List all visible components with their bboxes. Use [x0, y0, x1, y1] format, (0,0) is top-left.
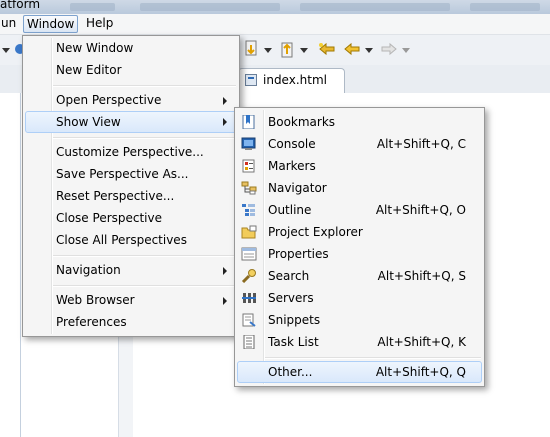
- menu-help[interactable]: Help: [82, 15, 117, 32]
- last-edit-location-icon[interactable]: [318, 42, 336, 56]
- menu-item-save-perspective-as[interactable]: Save Perspective As...: [25, 163, 237, 185]
- project-explorer-icon: [241, 225, 257, 239]
- window-title: atform: [0, 0, 41, 11]
- menu-item-label: Servers: [268, 291, 314, 305]
- title-bar: atform: [0, 0, 550, 14]
- menu-item-open-perspective[interactable]: Open Perspective: [25, 89, 237, 111]
- menu-item-preferences[interactable]: Preferences: [25, 311, 237, 333]
- menu-item-close-all-perspectives[interactable]: Close All Perspectives: [25, 229, 237, 251]
- menu-item-label: Navigator: [268, 181, 327, 195]
- menu-item-markers[interactable]: Markers: [237, 155, 482, 177]
- task-list-icon: [243, 335, 255, 349]
- search-icon: [241, 269, 256, 283]
- menu-item-search[interactable]: Search Alt+Shift+Q, S: [237, 265, 482, 287]
- menu-item-navigation[interactable]: Navigation: [25, 259, 237, 281]
- menu-item-reset-perspective[interactable]: Reset Perspective...: [25, 185, 237, 207]
- shortcut-label: Alt+Shift+Q, O: [375, 203, 466, 217]
- menu-item-label: Preferences: [56, 315, 127, 329]
- submenu-arrow-icon: [223, 118, 227, 126]
- menu-item-label: Close All Perspectives: [56, 233, 187, 247]
- menu-item-label: New Window: [56, 41, 134, 55]
- menu-item-label: Outline: [268, 203, 312, 217]
- menu-item-label: Properties: [268, 247, 329, 261]
- blurred-title-segment: [470, 3, 540, 11]
- menu-item-label: Save Perspective As...: [56, 167, 189, 181]
- shortcut-label: Alt+Shift+Q, C: [376, 137, 466, 151]
- dropdown-arrow-icon[interactable]: [402, 46, 410, 54]
- menu-separator: [265, 357, 481, 359]
- menu-item-snippets[interactable]: Snippets: [237, 309, 482, 331]
- next-annotation-icon[interactable]: [244, 40, 260, 58]
- menu-item-label: Snippets: [268, 313, 321, 327]
- previous-annotation-icon[interactable]: [280, 40, 296, 58]
- menu-item-new-window[interactable]: New Window: [25, 37, 237, 59]
- servers-icon: [242, 293, 256, 303]
- menu-item-customize-perspective[interactable]: Customize Perspective...: [25, 141, 237, 163]
- menu-separator: [53, 255, 236, 257]
- divider: [20, 93, 21, 437]
- menu-item-task-list[interactable]: Task List Alt+Shift+Q, K: [237, 331, 482, 353]
- menu-item-label: Navigation: [56, 263, 121, 277]
- outline-icon: [242, 204, 255, 216]
- menu-item-show-view[interactable]: Show View: [25, 111, 237, 133]
- submenu-arrow-icon: [223, 267, 227, 275]
- menu-bar: un Window Help: [0, 14, 550, 35]
- menu-item-servers[interactable]: Servers: [237, 287, 482, 309]
- menu-item-label: Task List: [268, 335, 319, 349]
- menu-item-outline[interactable]: Outline Alt+Shift+Q, O: [237, 199, 482, 221]
- blurred-title-segment: [70, 3, 115, 11]
- dropdown-arrow-icon[interactable]: [365, 46, 373, 54]
- menu-item-label: Other...: [268, 365, 313, 379]
- menu-item-label: Customize Perspective...: [56, 145, 204, 159]
- menu-item-label: Close Perspective: [56, 211, 163, 225]
- shortcut-label: Alt+Shift+Q, K: [377, 335, 466, 349]
- menu-run[interactable]: un: [0, 15, 20, 32]
- properties-icon: [241, 247, 257, 261]
- menu-item-console[interactable]: Console Alt+Shift+Q, C: [237, 133, 482, 155]
- back-arrow-icon[interactable]: [343, 42, 361, 56]
- console-icon: [241, 137, 256, 150]
- dropdown-arrow-icon[interactable]: [264, 46, 272, 54]
- menu-item-label: Markers: [268, 159, 316, 173]
- snippets-icon: [242, 313, 256, 327]
- markers-icon: [242, 159, 255, 173]
- menu-item-label: Open Perspective: [56, 93, 162, 107]
- tab-label: index.html: [263, 73, 327, 87]
- blurred-title-segment: [300, 3, 450, 11]
- menu-separator: [53, 285, 236, 287]
- navigator-icon: [241, 181, 257, 195]
- shortcut-label: Alt+Shift+Q, S: [377, 269, 466, 283]
- menu-item-label: Search: [268, 269, 310, 283]
- dropdown-arrow-icon[interactable]: [300, 46, 308, 54]
- window-menu: New Window New Editor Open Perspective S…: [22, 35, 240, 337]
- menu-item-label: Console: [268, 137, 316, 151]
- menu-item-properties[interactable]: Properties: [237, 243, 482, 265]
- menu-item-other[interactable]: Other... Alt+Shift+Q, Q: [237, 361, 482, 383]
- shortcut-label: Alt+Shift+Q, Q: [375, 365, 466, 379]
- forward-arrow-icon[interactable]: [380, 42, 398, 56]
- menu-item-label: Project Explorer: [268, 225, 363, 239]
- submenu-arrow-icon: [223, 297, 227, 305]
- menu-item-bookmarks[interactable]: Bookmarks: [237, 111, 482, 133]
- menu-item-navigator[interactable]: Navigator: [237, 177, 482, 199]
- menu-item-new-editor[interactable]: New Editor: [25, 59, 237, 81]
- menu-separator: [53, 137, 236, 139]
- tab-index-html[interactable]: index.html: [238, 68, 345, 93]
- show-view-submenu: Bookmarks Console Alt+Shift+Q, C Markers…: [234, 107, 485, 387]
- menu-window[interactable]: Window: [23, 15, 79, 33]
- menu-item-label: Web Browser: [56, 293, 135, 307]
- dropdown-arrow-icon[interactable]: [2, 46, 10, 54]
- menu-separator: [53, 85, 236, 87]
- html-file-icon: [245, 74, 257, 86]
- menu-item-label: Bookmarks: [268, 115, 336, 129]
- menu-item-web-browser[interactable]: Web Browser: [25, 289, 237, 311]
- menu-item-project-explorer[interactable]: Project Explorer: [237, 221, 482, 243]
- menu-item-label: Reset Perspective...: [56, 189, 175, 203]
- menu-item-close-perspective[interactable]: Close Perspective: [25, 207, 237, 229]
- menu-item-label: New Editor: [56, 63, 122, 77]
- submenu-arrow-icon: [223, 97, 227, 105]
- menu-item-label: Show View: [56, 115, 121, 129]
- bookmarks-icon: [242, 115, 255, 129]
- blurred-title-segment: [140, 3, 280, 11]
